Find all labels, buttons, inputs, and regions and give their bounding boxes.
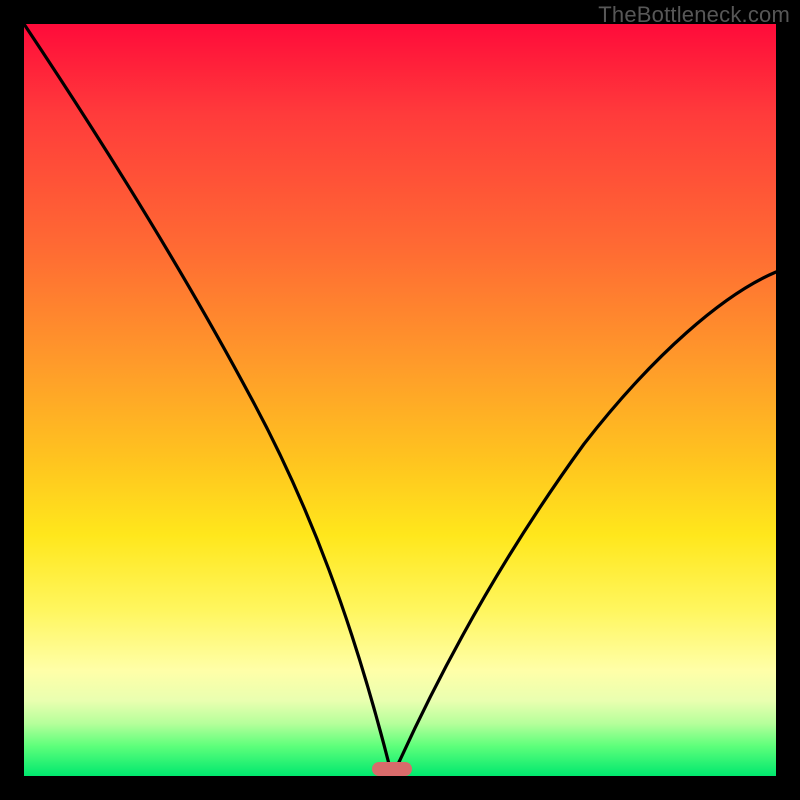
bottleneck-curve [24,24,776,776]
plot-area [24,24,776,776]
minimum-marker [372,762,412,776]
chart-frame: TheBottleneck.com [0,0,800,800]
